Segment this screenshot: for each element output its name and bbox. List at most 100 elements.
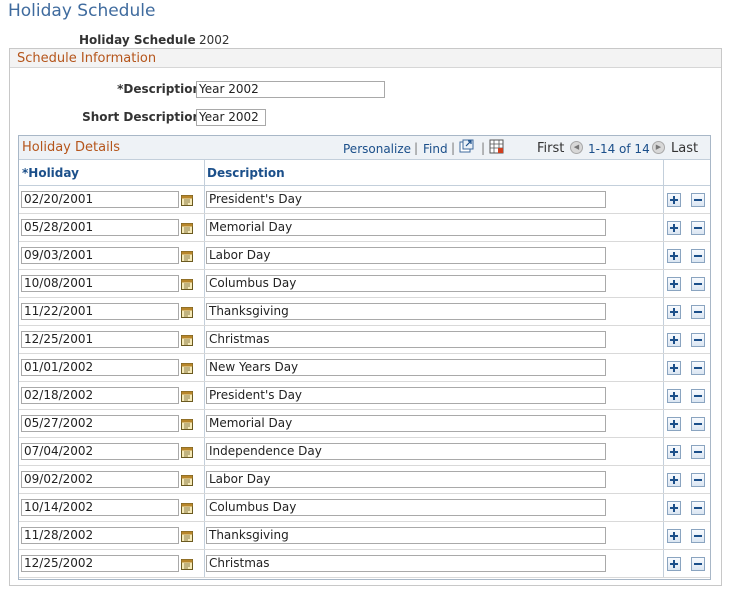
add-row-icon[interactable] (667, 557, 681, 571)
personalize-link[interactable]: Personalize (343, 142, 411, 156)
find-link[interactable]: Find (423, 142, 448, 156)
previous-arrow-icon[interactable]: ◀ (570, 141, 583, 154)
calendar-icon[interactable] (181, 390, 193, 402)
column-divider (204, 410, 205, 437)
grid-rows: 02/20/2001 President's Day 05/28/2001 Me… (19, 186, 710, 578)
delete-row-icon[interactable] (691, 277, 705, 291)
holiday-date-field[interactable]: 10/08/2001 (21, 275, 179, 292)
delete-row-icon[interactable] (691, 305, 705, 319)
holiday-description-field[interactable]: Thanksgiving (206, 527, 606, 544)
calendar-icon[interactable] (181, 250, 193, 262)
column-divider (663, 522, 664, 549)
column-divider (663, 550, 664, 577)
holiday-description-field[interactable]: Labor Day (206, 471, 606, 488)
holiday-date-field[interactable]: 10/14/2002 (21, 499, 179, 516)
delete-row-icon[interactable] (691, 389, 705, 403)
add-row-icon[interactable] (667, 305, 681, 319)
add-row-icon[interactable] (667, 501, 681, 515)
delete-row-icon[interactable] (691, 557, 705, 571)
last-label: Last (671, 141, 699, 156)
add-row-icon[interactable] (667, 417, 681, 431)
calendar-icon[interactable] (181, 306, 193, 318)
holiday-description-field[interactable]: Memorial Day (206, 415, 606, 432)
table-row: 07/04/2002 Independence Day (19, 438, 710, 466)
grid-column-headers: *Holiday Description (19, 160, 710, 186)
calendar-icon[interactable] (181, 502, 193, 514)
delete-row-icon[interactable] (691, 333, 705, 347)
table-row: 01/01/2002 New Years Day (19, 354, 710, 382)
delete-row-icon[interactable] (691, 193, 705, 207)
calendar-icon[interactable] (181, 278, 193, 290)
delete-row-icon[interactable] (691, 221, 705, 235)
add-row-icon[interactable] (667, 473, 681, 487)
calendar-icon[interactable] (181, 558, 193, 570)
column-header-holiday[interactable]: *Holiday (22, 166, 79, 180)
holiday-description-field[interactable]: Memorial Day (206, 219, 606, 236)
column-divider (663, 214, 664, 241)
calendar-icon[interactable] (181, 194, 193, 206)
holiday-description-field[interactable]: Labor Day (206, 247, 606, 264)
column-divider (663, 382, 664, 409)
holiday-description-field[interactable]: Independence Day (206, 443, 606, 460)
holiday-description-field[interactable]: New Years Day (206, 359, 606, 376)
holiday-description-field[interactable]: President's Day (206, 191, 606, 208)
delete-row-icon[interactable] (691, 361, 705, 375)
column-header-description[interactable]: Description (207, 166, 285, 180)
description-label: *Description (117, 82, 201, 96)
calendar-icon[interactable] (181, 362, 193, 374)
holiday-date-field[interactable]: 11/28/2002 (21, 527, 179, 544)
add-row-icon[interactable] (667, 361, 681, 375)
holiday-date-field[interactable]: 12/25/2001 (21, 331, 179, 348)
column-divider (663, 354, 664, 381)
holiday-description-field[interactable]: President's Day (206, 387, 606, 404)
holiday-description-field[interactable]: Columbus Day (206, 499, 606, 516)
column-divider (663, 160, 664, 185)
holiday-description-field[interactable]: Christmas (206, 555, 606, 572)
download-grid-icon[interactable] (489, 139, 504, 154)
delete-row-icon[interactable] (691, 529, 705, 543)
holiday-description-field[interactable]: Christmas (206, 331, 606, 348)
holiday-date-field[interactable]: 02/18/2002 (21, 387, 179, 404)
add-row-icon[interactable] (667, 221, 681, 235)
description-field[interactable]: Year 2002 (196, 81, 385, 98)
short-description-field[interactable]: Year 2002 (196, 109, 266, 126)
add-row-icon[interactable] (667, 277, 681, 291)
column-divider (204, 522, 205, 549)
add-row-icon[interactable] (667, 389, 681, 403)
add-row-icon[interactable] (667, 529, 681, 543)
holiday-date-field[interactable]: 02/20/2001 (21, 191, 179, 208)
holiday-date-field[interactable]: 09/02/2002 (21, 471, 179, 488)
calendar-icon[interactable] (181, 446, 193, 458)
holiday-date-field[interactable]: 12/25/2002 (21, 555, 179, 572)
calendar-icon[interactable] (181, 530, 193, 542)
new-window-icon[interactable] (459, 139, 474, 154)
column-divider (663, 242, 664, 269)
delete-row-icon[interactable] (691, 473, 705, 487)
holiday-date-field[interactable]: 07/04/2002 (21, 443, 179, 460)
column-divider (663, 410, 664, 437)
table-row: 12/25/2002 Christmas (19, 550, 710, 578)
add-row-icon[interactable] (667, 445, 681, 459)
add-row-icon[interactable] (667, 193, 681, 207)
add-row-icon[interactable] (667, 249, 681, 263)
holiday-date-field[interactable]: 11/22/2001 (21, 303, 179, 320)
delete-row-icon[interactable] (691, 445, 705, 459)
calendar-icon[interactable] (181, 418, 193, 430)
delete-row-icon[interactable] (691, 417, 705, 431)
add-row-icon[interactable] (667, 333, 681, 347)
delete-row-icon[interactable] (691, 501, 705, 515)
calendar-icon[interactable] (181, 474, 193, 486)
column-divider (663, 438, 664, 465)
holiday-description-field[interactable]: Columbus Day (206, 275, 606, 292)
column-divider (663, 466, 664, 493)
delete-row-icon[interactable] (691, 249, 705, 263)
holiday-date-field[interactable]: 01/01/2002 (21, 359, 179, 376)
holiday-date-field[interactable]: 09/03/2001 (21, 247, 179, 264)
calendar-icon[interactable] (181, 334, 193, 346)
table-row: 11/28/2002 Thanksgiving (19, 522, 710, 550)
holiday-date-field[interactable]: 05/28/2001 (21, 219, 179, 236)
holiday-description-field[interactable]: Thanksgiving (206, 303, 606, 320)
calendar-icon[interactable] (181, 222, 193, 234)
holiday-date-field[interactable]: 05/27/2002 (21, 415, 179, 432)
next-arrow-icon[interactable]: ▶ (652, 141, 665, 154)
